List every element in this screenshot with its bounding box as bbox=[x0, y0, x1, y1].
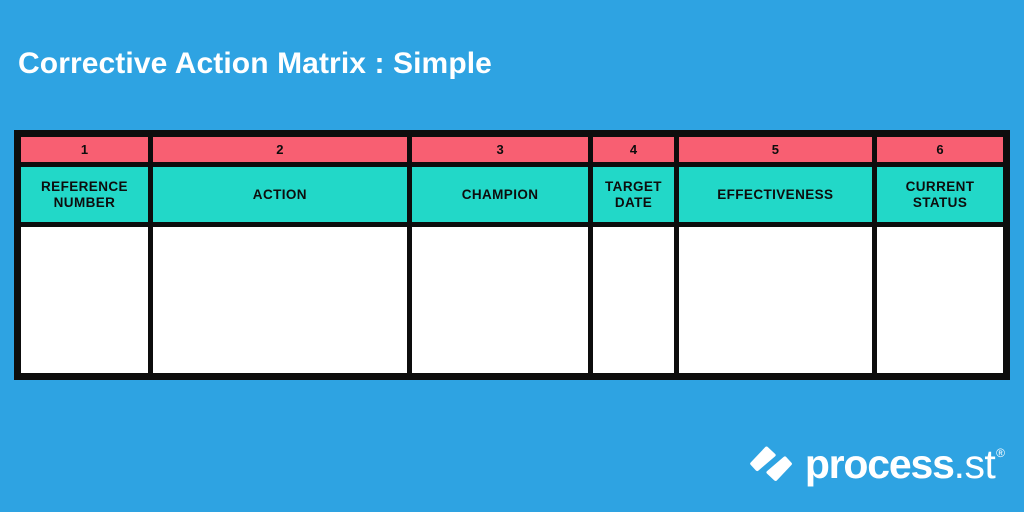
column-number-1: 1 bbox=[21, 137, 148, 162]
body-cell-action[interactable] bbox=[152, 227, 407, 373]
matrix-column-number-row: 1 2 3 4 5 6 bbox=[21, 137, 1004, 162]
column-header-reference-number: REFERENCE NUMBER bbox=[21, 167, 148, 222]
column-header-champion: CHAMPION bbox=[411, 167, 589, 222]
process-st-logo: process .st ® bbox=[748, 438, 1005, 490]
process-st-wordmark: process .st ® bbox=[804, 440, 1005, 487]
column-header-current-status: CURRENT STATUS bbox=[877, 167, 1004, 222]
logo-word-st: .st bbox=[953, 440, 996, 487]
process-st-slashes-icon bbox=[749, 446, 792, 481]
column-number-6: 6 bbox=[877, 137, 1004, 162]
corrective-action-matrix-table: 1 2 3 4 5 6 REFERENCE NUMBER ACTION CHAM… bbox=[14, 130, 1010, 380]
column-number-5: 5 bbox=[678, 137, 873, 162]
registered-trademark-icon: ® bbox=[996, 445, 1005, 460]
matrix-body-row bbox=[21, 227, 1004, 373]
matrix-column-header-row: REFERENCE NUMBER ACTION CHAMPION TARGET … bbox=[21, 167, 1004, 222]
column-number-2: 2 bbox=[152, 137, 407, 162]
page-title: Corrective Action Matrix : Simple bbox=[18, 47, 492, 80]
column-header-action: ACTION bbox=[152, 167, 407, 222]
logo-word-process: process bbox=[804, 440, 955, 487]
body-cell-champion[interactable] bbox=[411, 227, 589, 373]
body-cell-target-date[interactable] bbox=[593, 227, 674, 373]
column-header-effectiveness: EFFECTIVENESS bbox=[678, 167, 873, 222]
poster-canvas: Corrective Action Matrix : Simple 1 2 3 … bbox=[0, 0, 1024, 512]
column-header-target-date: TARGET DATE bbox=[593, 167, 674, 222]
body-cell-reference-number[interactable] bbox=[21, 227, 148, 373]
body-cell-current-status[interactable] bbox=[877, 227, 1004, 373]
body-cell-effectiveness[interactable] bbox=[678, 227, 873, 373]
column-number-3: 3 bbox=[411, 137, 589, 162]
column-number-4: 4 bbox=[593, 137, 674, 162]
